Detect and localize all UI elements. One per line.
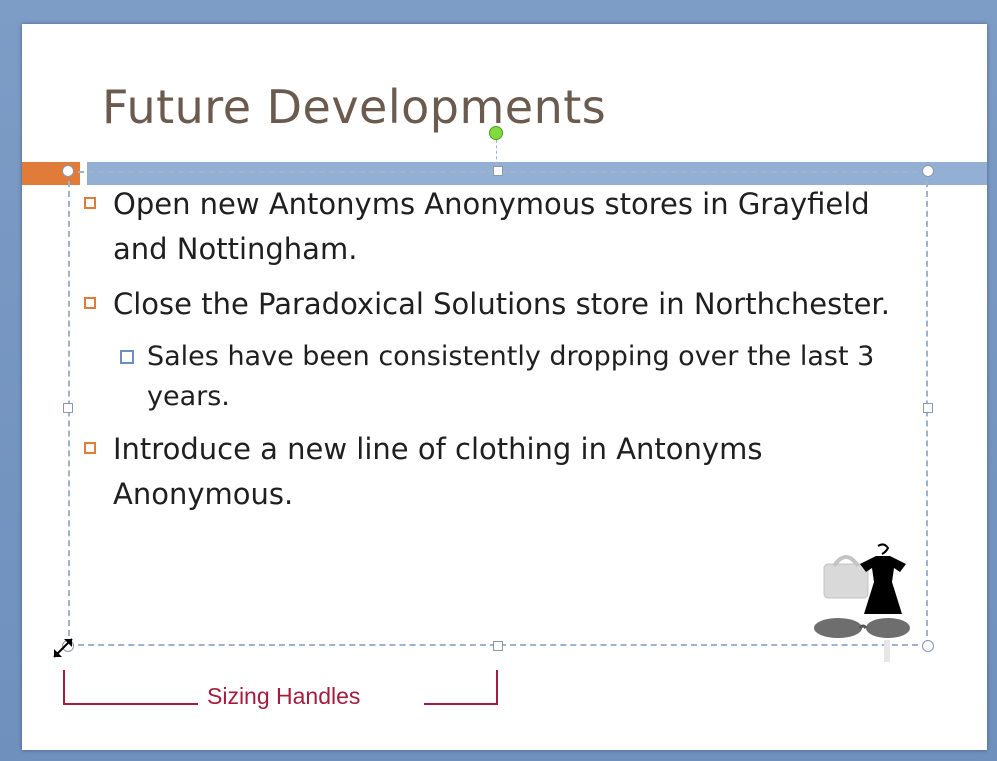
sizing-handle-right[interactable] xyxy=(923,403,933,413)
sizing-handle-top-right[interactable] xyxy=(922,165,934,177)
bullet-text: Open new Antonyms Anonymous stores in Gr… xyxy=(113,187,870,266)
sizing-handle-left[interactable] xyxy=(63,403,73,413)
sizing-handle-top[interactable] xyxy=(493,166,503,176)
bullet-item[interactable]: Open new Antonyms Anonymous stores in Gr… xyxy=(80,182,920,272)
sub-bullet-item[interactable]: Sales have been consistently dropping ov… xyxy=(80,337,920,417)
slide-title[interactable]: Future Developments xyxy=(102,80,606,134)
bullet-item[interactable]: Introduce a new line of clothing in Anto… xyxy=(80,427,920,517)
bullet-text: Sales have been consistently dropping ov… xyxy=(147,341,875,412)
square-bullet-icon xyxy=(84,197,96,209)
bullet-item[interactable]: Close the Paradoxical Solutions store in… xyxy=(80,282,920,327)
bullet-text: Close the Paradoxical Solutions store in… xyxy=(113,287,890,321)
sizing-handle-bottom-right[interactable] xyxy=(922,640,934,652)
square-bullet-icon xyxy=(84,297,96,309)
bullet-list[interactable]: Open new Antonyms Anonymous stores in Gr… xyxy=(80,182,920,527)
resize-cursor-icon xyxy=(53,638,73,658)
bullet-text: Introduce a new line of clothing in Anto… xyxy=(113,432,763,511)
sizing-handle-bottom[interactable] xyxy=(493,641,503,651)
square-bullet-icon xyxy=(120,350,134,364)
square-bullet-icon xyxy=(84,442,96,454)
sizing-handle-top-left[interactable] xyxy=(62,165,74,177)
sizing-handles-label: Sizing Handles xyxy=(207,683,361,709)
rotate-handle-icon[interactable] xyxy=(489,126,503,140)
clothing-clipart-icon[interactable] xyxy=(812,542,912,668)
